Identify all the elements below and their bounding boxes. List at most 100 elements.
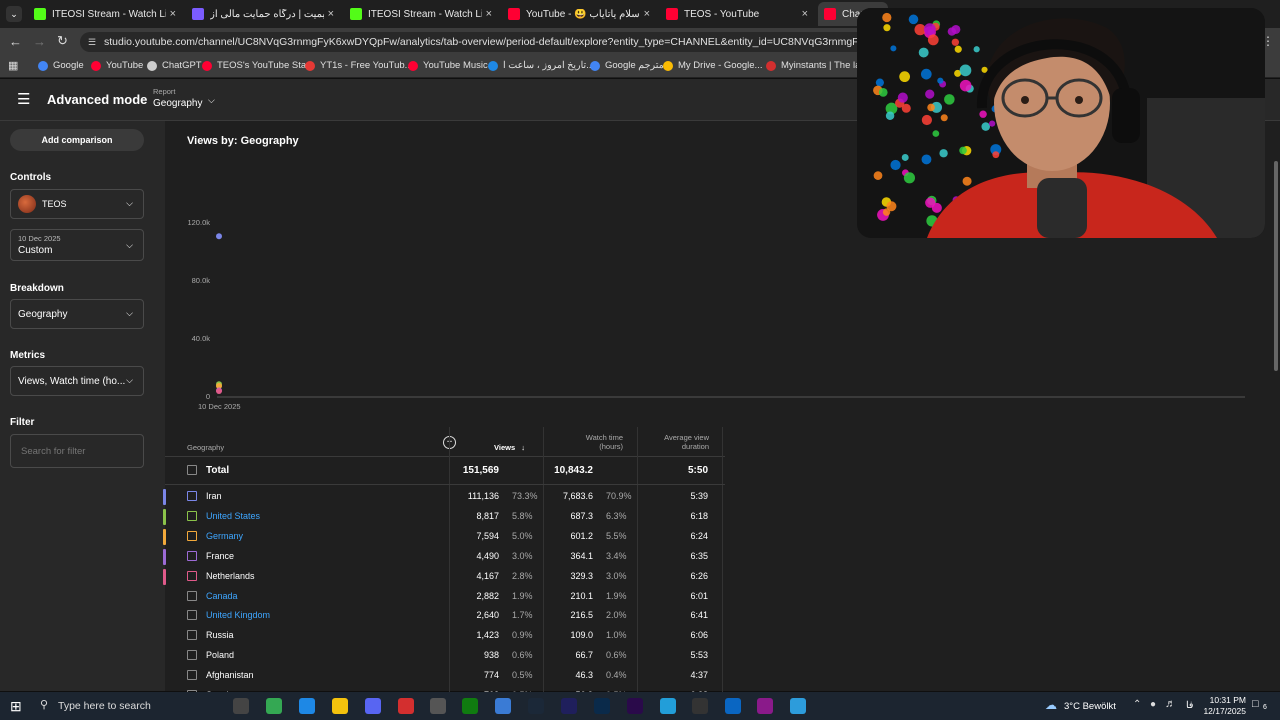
- browser-tab[interactable]: ITEOSI Stream - Watch Live on ×: [344, 2, 498, 26]
- premiere-icon[interactable]: [627, 698, 643, 714]
- hamburger-menu-icon[interactable]: ☰: [17, 90, 30, 108]
- col-header-watch-time[interactable]: Watch time (hours): [573, 433, 623, 451]
- browser-tab[interactable]: TEOS - YouTube ×: [660, 2, 814, 26]
- close-icon[interactable]: ×: [486, 8, 492, 20]
- row-geography[interactable]: United Kingdom: [206, 610, 270, 620]
- row-geography[interactable]: United States: [206, 511, 260, 521]
- weather-icon[interactable]: ☁: [1045, 698, 1057, 712]
- opera-icon[interactable]: [398, 698, 414, 714]
- row-geography[interactable]: Canada: [206, 591, 238, 601]
- steam-icon[interactable]: [528, 698, 544, 714]
- row-views-pct: 1.7%: [512, 610, 533, 621]
- col-header-avd[interactable]: Average view duration: [649, 433, 709, 451]
- after-effects-icon[interactable]: [561, 698, 577, 714]
- row-avd: 6:41: [690, 610, 708, 621]
- remote-icon[interactable]: [790, 698, 806, 714]
- bokeh-light: [890, 45, 897, 52]
- taskbar-search-box[interactable]: ⚲ Type here to search: [32, 692, 172, 720]
- rider-icon[interactable]: [757, 698, 773, 714]
- filter-search-input[interactable]: [10, 434, 144, 468]
- bokeh-light: [882, 12, 892, 23]
- row-checkbox[interactable]: [187, 610, 197, 621]
- breakdown-select[interactable]: Geography ⌵: [10, 299, 144, 329]
- photoshop-icon[interactable]: [594, 698, 610, 714]
- browser-tab[interactable]: ITEOSI Stream - Watch Live on ×: [28, 2, 182, 26]
- metrics-select[interactable]: Views, Watch time (ho... ⌵: [10, 366, 144, 396]
- reload-icon[interactable]: ↻: [57, 33, 68, 49]
- discord-icon[interactable]: [365, 698, 381, 714]
- channel-select[interactable]: TEOS ⌵: [10, 189, 144, 219]
- close-icon[interactable]: ×: [644, 8, 650, 20]
- row-checkbox[interactable]: [187, 630, 197, 641]
- scrollbar-thumb[interactable]: [1274, 161, 1278, 371]
- obs-icon[interactable]: [692, 698, 708, 714]
- bookmark-item[interactable]: ChatGPT: [147, 60, 202, 71]
- notification-icon[interactable]: □: [1252, 698, 1259, 710]
- bookmark-item[interactable]: Google: [38, 60, 84, 71]
- edge-icon[interactable]: [299, 698, 315, 714]
- bookmark-item[interactable]: YouTube Music: [408, 60, 488, 71]
- data-point-iran[interactable]: [216, 233, 222, 240]
- row-checkbox[interactable]: [187, 570, 197, 581]
- add-comparison-button[interactable]: Add comparison: [10, 129, 144, 151]
- page-scrollbar[interactable]: [1272, 121, 1280, 691]
- calculator-icon[interactable]: [430, 698, 446, 714]
- row-watch-time-pct: 0.6%: [606, 650, 627, 661]
- vscode-icon[interactable]: [725, 698, 741, 714]
- close-icon[interactable]: ×: [328, 8, 334, 20]
- bookmark-item[interactable]: تاریخ امروز ، ساعت ا...: [488, 60, 594, 71]
- row-checkbox[interactable]: [187, 590, 197, 601]
- data-point-netherlands[interactable]: [216, 387, 222, 394]
- weather-text[interactable]: 3°C Bewölkt: [1064, 701, 1116, 712]
- row-checkbox[interactable]: [187, 491, 197, 501]
- bokeh-light: [944, 94, 955, 105]
- bookmark-item[interactable]: TEOS's YouTube Sta...: [202, 60, 314, 71]
- bookmark-item[interactable]: My Drive - Google...: [663, 60, 762, 71]
- url-field[interactable]: ☰ studio.youtube.com/channel/UC8NVqG3rnm…: [80, 32, 880, 52]
- bookmark-icon: [488, 60, 498, 71]
- notification-count: 6: [1263, 704, 1267, 711]
- browser-tab[interactable]: YouTube - 😃 سلام یاتایاب ×: [502, 2, 656, 26]
- browser-tab[interactable]: ریمیت | درگاه حمایت مالی از EOS ×: [186, 2, 340, 26]
- row-watch-time-pct: 6.3%: [606, 510, 627, 521]
- bookmark-item[interactable]: Myinstants | The lar...: [766, 60, 871, 71]
- row-checkbox[interactable]: [187, 670, 197, 681]
- table-row: United States 8,817 5.8% 687.3 6.3% 6:18: [163, 507, 725, 527]
- clock[interactable]: 10:31 PM 12/17/2025: [1200, 695, 1246, 717]
- row-geography[interactable]: Germany: [206, 531, 243, 541]
- apps-grid-icon[interactable]: ▦: [8, 59, 18, 72]
- tab-search-button[interactable]: ⌄: [6, 6, 22, 22]
- telegram-icon[interactable]: [660, 698, 676, 714]
- chrome-icon[interactable]: [266, 698, 282, 714]
- row-checkbox[interactable]: [187, 530, 197, 541]
- microphone-icon[interactable]: ●: [1150, 699, 1156, 710]
- table-row: Netherlands 4,167 2.8% 329.3 3.0% 6:26: [163, 567, 725, 587]
- task-view-icon[interactable]: [233, 698, 249, 714]
- windows-start-icon[interactable]: ⊞: [10, 698, 22, 715]
- row-watch-time: 364.1: [570, 550, 593, 561]
- row-checkbox[interactable]: [187, 650, 197, 661]
- bookmark-item[interactable]: YT1s - Free YouTub...: [305, 60, 413, 71]
- back-icon[interactable]: ←: [9, 34, 22, 49]
- xbox-icon[interactable]: [462, 698, 478, 714]
- col-header-views-label: Views: [494, 443, 516, 452]
- bookmark-icon: [91, 60, 101, 71]
- tray-chevron-icon[interactable]: ⌃: [1133, 699, 1141, 710]
- col-header-views[interactable]: Views ↓: [494, 443, 525, 452]
- total-checkbox[interactable]: [187, 465, 197, 475]
- site-info-icon[interactable]: ☰: [88, 32, 96, 52]
- forward-icon[interactable]: →: [33, 34, 46, 49]
- row-checkbox[interactable]: [187, 550, 197, 561]
- language-indicator[interactable]: فا: [1186, 700, 1193, 711]
- row-watch-time: 216.5: [570, 610, 593, 621]
- bookmark-item[interactable]: YouTube: [91, 60, 143, 71]
- app-icon[interactable]: [495, 698, 511, 714]
- file-explorer-icon[interactable]: [332, 698, 348, 714]
- report-dropdown[interactable]: Report Geography ⌵: [153, 87, 223, 115]
- speaker-icon[interactable]: ♬: [1165, 698, 1176, 710]
- close-icon[interactable]: ×: [802, 8, 808, 20]
- bookmark-item[interactable]: Google مترجم: [590, 60, 664, 71]
- date-range-select[interactable]: 10 Dec 2025 Custom ⌵: [10, 229, 144, 261]
- close-icon[interactable]: ×: [170, 8, 176, 20]
- row-checkbox[interactable]: [187, 510, 197, 521]
